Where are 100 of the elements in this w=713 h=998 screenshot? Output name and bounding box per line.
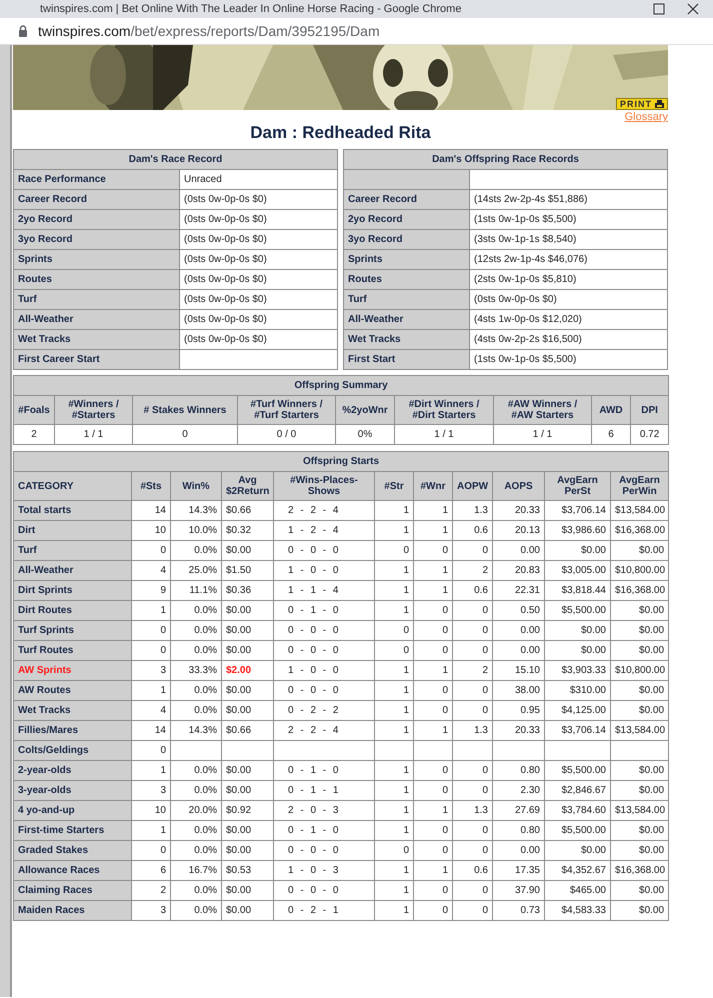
row-label: Turf xyxy=(344,290,470,310)
table-cell: 0 xyxy=(414,900,452,920)
table-cell: 14.3% xyxy=(170,720,222,740)
table-cell: 0.0% xyxy=(170,540,222,560)
column-header: AWD xyxy=(592,396,630,424)
table-cell: 0 xyxy=(452,700,492,720)
table-cell: 2 xyxy=(132,880,170,900)
table-cell: $0.66 xyxy=(222,500,274,520)
table-cell: 1 xyxy=(132,600,170,620)
table-cell: 14 xyxy=(132,500,170,520)
category-cell: First-time Starters xyxy=(14,820,132,840)
table-cell: 0 xyxy=(452,620,492,640)
table-cell: 0 xyxy=(452,600,492,620)
table-cell: 1 xyxy=(374,860,414,880)
table-cell: 0 xyxy=(414,820,452,840)
table-cell: $0.00 xyxy=(222,700,274,720)
table-cell: $0.00 xyxy=(222,640,274,660)
category-cell: Allowance Races xyxy=(14,860,132,880)
column-header: AOPS xyxy=(492,472,544,500)
table-cell: 1 xyxy=(414,860,452,880)
table-cell: 0 - 0 - 0 xyxy=(274,540,374,560)
printer-icon xyxy=(655,100,664,108)
table-cell: 0 xyxy=(452,780,492,800)
row-label: 3yo Record xyxy=(14,230,180,250)
table-cell: 20.33 xyxy=(492,720,544,740)
column-header: AvgEarn PerWin xyxy=(610,472,669,500)
table-cell: 0.0% xyxy=(170,840,222,860)
table-cell: 10 xyxy=(132,800,170,820)
row-label: Routes xyxy=(344,270,470,290)
table-cell: 0.00 xyxy=(492,840,544,860)
table-cell: $2,846.67 xyxy=(544,780,610,800)
table-cell: 4 xyxy=(132,700,170,720)
row-value: (0sts 0w-0p-0s $0) xyxy=(180,330,338,350)
table-cell: 2 - 2 - 4 xyxy=(274,720,374,740)
table-cell: $0.00 xyxy=(610,540,669,560)
column-header: #Dirt Winners / #Dirt Starters xyxy=(394,396,494,424)
table-cell: 17.35 xyxy=(492,860,544,880)
row-value: (14sts 2w-2p-4s $51,886) xyxy=(470,190,668,210)
table-cell: $0.00 xyxy=(610,820,669,840)
column-header: Avg $2Return xyxy=(222,472,274,500)
row-value: (0sts 0w-0p-0s $0) xyxy=(180,270,338,290)
table-cell: 1 xyxy=(374,660,414,680)
column-header: AOPW xyxy=(452,472,492,500)
table-cell: 9 xyxy=(132,580,170,600)
table-cell: 0.0% xyxy=(170,680,222,700)
row-value: (0sts 0w-0p-0s $0) xyxy=(180,310,338,330)
table-cell: 0 xyxy=(132,840,170,860)
column-header: %2yoWnr xyxy=(336,396,394,424)
table-cell: 4 xyxy=(132,560,170,580)
table-title: Dam's Offspring Race Records xyxy=(344,150,668,170)
table-cell: 1 - 1 - 4 xyxy=(274,580,374,600)
table-cell: $0.92 xyxy=(222,800,274,820)
row-label: Career Record xyxy=(14,190,180,210)
row-value: (3sts 0w-1p-1s $8,540) xyxy=(470,230,668,250)
table-cell: 2 - 2 - 4 xyxy=(274,500,374,520)
table-cell: 0 xyxy=(452,880,492,900)
table-cell: $13,584.00 xyxy=(610,800,669,820)
url-text[interactable]: twinspires.com/bet/express/reports/Dam/3952195/Dam xyxy=(38,23,380,39)
table-cell: 2 xyxy=(14,424,54,444)
column-header: AvgEarn PerSt xyxy=(544,472,610,500)
close-icon[interactable] xyxy=(687,3,699,15)
row-value: (0sts 0w-0p-0s $0) xyxy=(180,190,338,210)
table-cell: 0 xyxy=(132,620,170,640)
table-cell: $5,500.00 xyxy=(544,760,610,780)
table-cell: 3 xyxy=(132,660,170,680)
category-cell: Dirt xyxy=(14,520,132,540)
table-cell: 1 xyxy=(374,720,414,740)
category-cell: AW Routes xyxy=(14,680,132,700)
table-cell: $0.00 xyxy=(222,760,274,780)
table-cell: 0 xyxy=(414,540,452,560)
row-value: (1sts 0w-1p-0s $5,500) xyxy=(470,210,668,230)
table-cell: $16,368.00 xyxy=(610,860,669,880)
table-cell: 0.72 xyxy=(630,424,669,444)
table-cell: $3,986.60 xyxy=(544,520,610,540)
row-label: 3yo Record xyxy=(344,230,470,250)
column-header: #Str xyxy=(374,472,414,500)
table-cell: 0% xyxy=(336,424,394,444)
row-value: (0sts 0w-0p-0s $0) xyxy=(470,290,668,310)
table-cell: 20.83 xyxy=(492,560,544,580)
table-cell: 1 xyxy=(132,760,170,780)
table-cell: $16,368.00 xyxy=(610,520,669,540)
table-cell: 2.30 xyxy=(492,780,544,800)
table-cell: 0.00 xyxy=(492,620,544,640)
table-cell: $3,706.14 xyxy=(544,720,610,740)
print-button[interactable]: PRINT xyxy=(616,98,668,110)
table-cell: 1.3 xyxy=(452,500,492,520)
table-cell: 1 - 2 - 4 xyxy=(274,520,374,540)
lock-icon xyxy=(18,25,28,37)
table-cell: $0.00 xyxy=(610,680,669,700)
table-cell: 0 xyxy=(452,840,492,860)
table-cell: 0 xyxy=(132,740,170,760)
table-cell: 0 - 1 - 0 xyxy=(274,600,374,620)
table-cell: $0.00 xyxy=(610,880,669,900)
maximize-icon[interactable] xyxy=(653,3,665,15)
table-cell: 1.3 xyxy=(452,800,492,820)
table-cell: 0 - 1 - 1 xyxy=(274,780,374,800)
category-cell: 4 yo-and-up xyxy=(14,800,132,820)
table-cell: 0 xyxy=(452,820,492,840)
table-cell: $3,903.33 xyxy=(544,660,610,680)
table-cell: 1 xyxy=(132,820,170,840)
